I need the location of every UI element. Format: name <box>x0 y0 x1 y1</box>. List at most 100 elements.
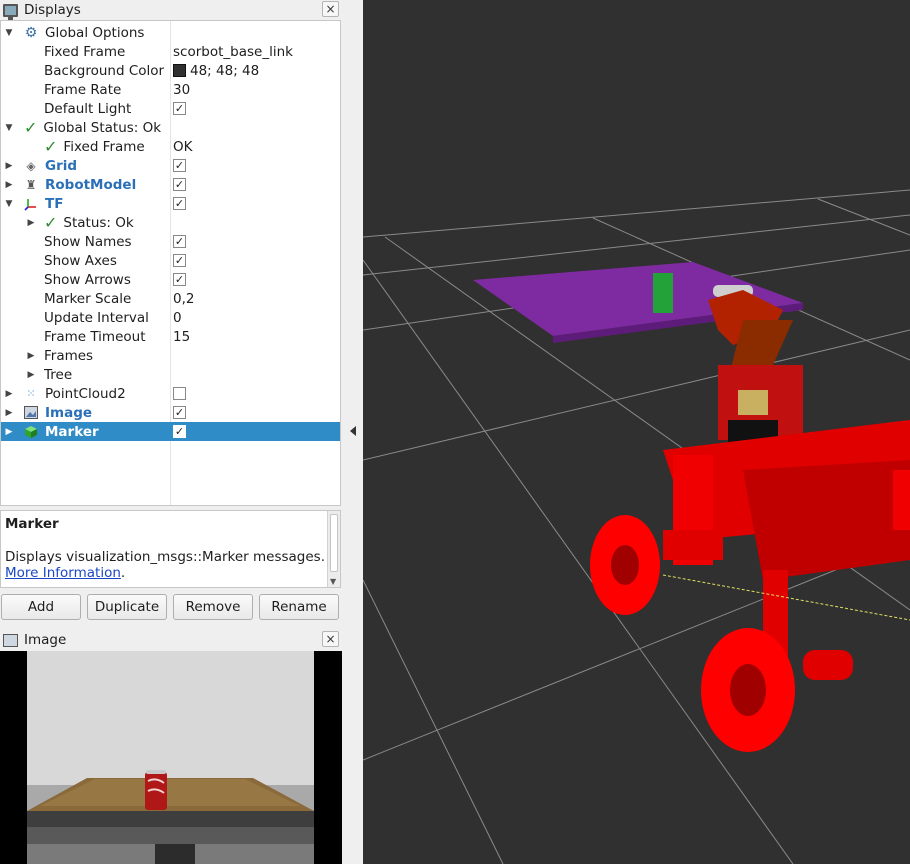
rename-button[interactable]: Rename <box>259 594 339 620</box>
tree-label: Frames <box>44 347 94 364</box>
tree-row-marker[interactable]: ▶ Marker ✓ <box>1 422 340 441</box>
tree-row-show-arrows[interactable]: Show Arrows ✓ <box>1 270 340 289</box>
description-scrollbar[interactable]: ▼ <box>327 511 340 587</box>
collapse-arrow-icon[interactable] <box>350 426 356 436</box>
marker-scale-value[interactable]: 0,2 <box>173 289 194 308</box>
tree-row-update-interval[interactable]: Update Interval 0 <box>1 308 340 327</box>
displays-close-button[interactable]: × <box>322 1 339 17</box>
tree-label: Marker Scale <box>44 290 132 307</box>
description-text: Displays visualization_msgs::Marker mess… <box>5 549 325 565</box>
duplicate-button[interactable]: Duplicate <box>87 594 167 620</box>
color-swatch-icon <box>173 64 186 77</box>
tree-label: Show Axes <box>44 252 117 269</box>
image-close-button[interactable]: × <box>322 631 339 647</box>
show-names-checkbox[interactable]: ✓ <box>173 235 186 248</box>
tree-row-image[interactable]: ▶ Image ✓ <box>1 403 340 422</box>
grid-icon: ◈ <box>26 158 36 173</box>
collapsed-arrow-icon[interactable]: ▶ <box>4 384 14 403</box>
update-interval-value[interactable]: 0 <box>173 308 182 327</box>
status-value: OK <box>173 138 193 155</box>
render-viewport-3d[interactable] <box>363 0 910 864</box>
tree-row-frame-timeout[interactable]: Frame Timeout 15 <box>1 327 340 346</box>
tree-label: Update Interval <box>44 309 149 326</box>
checkmark-icon: ✓ <box>44 213 58 232</box>
more-information-link[interactable]: More Information <box>5 565 121 581</box>
remove-button[interactable]: Remove <box>173 594 253 620</box>
link-suffix: . <box>120 565 126 581</box>
robotmodel-checkbox[interactable]: ✓ <box>173 178 186 191</box>
expanded-arrow-icon[interactable]: ▼ <box>4 23 14 42</box>
robot-icon: ♜ <box>25 177 37 192</box>
description-link-line: More Information. <box>5 565 336 581</box>
collapsed-arrow-icon[interactable]: ▶ <box>4 175 14 194</box>
tree-row-status-fixed-frame[interactable]: ✓ Fixed Frame OK <box>1 137 340 156</box>
displays-tree[interactable]: ▼ ⚙ Global Options Fixed Frame scorbot_b… <box>0 20 341 506</box>
tree-row-global-status[interactable]: ▼ ✓ Global Status: Ok <box>1 118 340 137</box>
tree-label: PointCloud2 <box>45 385 126 402</box>
camera-image-view <box>0 651 342 864</box>
image-checkbox[interactable]: ✓ <box>173 406 186 419</box>
frame-rate-value[interactable]: 30 <box>173 80 190 99</box>
tree-label: Fixed Frame <box>63 138 145 155</box>
collapsed-arrow-icon[interactable]: ▶ <box>26 365 36 384</box>
pointcloud-icon: ⁙ <box>26 387 36 400</box>
tree-row-default-light[interactable]: Default Light ✓ <box>1 99 340 118</box>
tree-label: Global Options <box>45 24 145 41</box>
left-dock: Displays × ▼ ⚙ Global Options Fixed Fram… <box>0 0 342 864</box>
image-icon <box>24 406 38 420</box>
tree-row-tf[interactable]: ▼ TF ✓ <box>1 194 340 213</box>
tree-row-pointcloud2[interactable]: ▶ ⁙ PointCloud2 <box>1 384 340 403</box>
tree-row-show-axes[interactable]: Show Axes ✓ <box>1 251 340 270</box>
frame-timeout-value[interactable]: 15 <box>173 327 190 346</box>
tree-label: Tree <box>44 366 73 383</box>
pointcloud2-checkbox[interactable] <box>173 387 186 400</box>
tree-row-show-names[interactable]: Show Names ✓ <box>1 232 340 251</box>
default-light-checkbox[interactable]: ✓ <box>173 102 186 115</box>
expanded-arrow-icon[interactable]: ▼ <box>4 194 14 213</box>
tree-row-frame-rate[interactable]: Frame Rate 30 <box>1 80 340 99</box>
tree-label: Global Status: Ok <box>43 119 162 136</box>
tree-row-robotmodel[interactable]: ▶ ♜ RobotModel ✓ <box>1 175 340 194</box>
tree-row-tf-status[interactable]: ▶ ✓ Status: Ok <box>1 213 340 232</box>
scroll-down-arrow-icon[interactable]: ▼ <box>330 577 336 586</box>
tree-label: Background Color <box>44 62 165 79</box>
axes-icon <box>24 197 38 211</box>
tree-row-marker-scale[interactable]: Marker Scale 0,2 <box>1 289 340 308</box>
camera-scene <box>0 651 342 864</box>
expanded-arrow-icon[interactable]: ▼ <box>4 118 14 137</box>
tf-checkbox[interactable]: ✓ <box>173 197 186 210</box>
grid-checkbox[interactable]: ✓ <box>173 159 186 172</box>
marker-checkbox[interactable]: ✓ <box>173 425 186 438</box>
collapsed-arrow-icon[interactable]: ▶ <box>4 422 14 441</box>
tree-row-frames[interactable]: ▶ Frames <box>1 346 340 365</box>
monitor-icon <box>3 3 18 20</box>
add-button[interactable]: Add <box>1 594 81 620</box>
dock-splitter[interactable] <box>342 0 363 864</box>
tree-row-global-options[interactable]: ▼ ⚙ Global Options <box>1 23 340 42</box>
show-axes-checkbox[interactable]: ✓ <box>173 254 186 267</box>
checkmark-icon: ✓ <box>24 118 38 137</box>
displays-panel-title: Displays <box>24 2 81 18</box>
collapsed-arrow-icon[interactable]: ▶ <box>4 156 14 175</box>
tree-label: Status: Ok <box>63 214 134 231</box>
collapsed-arrow-icon[interactable]: ▶ <box>26 213 36 232</box>
show-arrows-checkbox[interactable]: ✓ <box>173 273 186 286</box>
displays-panel-header: Displays × <box>0 0 342 20</box>
tree-label: Show Names <box>44 233 132 250</box>
tree-label: RobotModel <box>45 176 137 193</box>
tree-label: Default Light <box>44 100 132 117</box>
background-color-value: 48; 48; 48 <box>190 62 260 79</box>
background-color-field[interactable]: 48; 48; 48 <box>173 61 259 80</box>
rviz-window: Displays × ▼ ⚙ Global Options Fixed Fram… <box>0 0 910 864</box>
checkmark-icon: ✓ <box>44 137 58 156</box>
tree-row-tree[interactable]: ▶ Tree <box>1 365 340 384</box>
collapsed-arrow-icon[interactable]: ▶ <box>26 346 36 365</box>
tree-label: TF <box>45 195 64 212</box>
fixed-frame-value[interactable]: scorbot_base_link <box>173 42 293 61</box>
tree-row-background-color[interactable]: Background Color 48; 48; 48 <box>1 61 340 80</box>
collapsed-arrow-icon[interactable]: ▶ <box>4 403 14 422</box>
tree-row-grid[interactable]: ▶ ◈ Grid ✓ <box>1 156 340 175</box>
scrollbar-thumb[interactable] <box>330 514 338 572</box>
tree-row-fixed-frame[interactable]: Fixed Frame scorbot_base_link <box>1 42 340 61</box>
tree-label: Frame Rate <box>44 81 122 98</box>
